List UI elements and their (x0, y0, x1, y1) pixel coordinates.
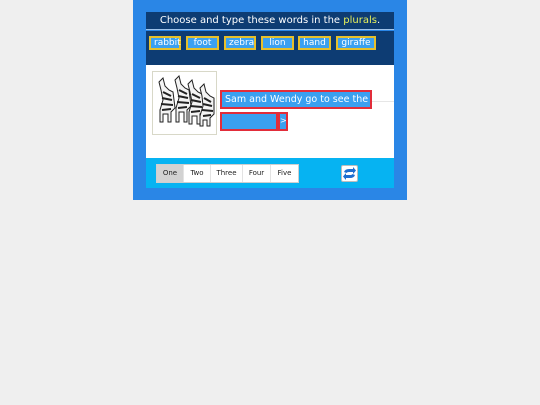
word-chip[interactable]: giraffe (336, 36, 376, 50)
word-chip[interactable]: hand (298, 36, 331, 50)
tab-three[interactable]: Three (211, 165, 243, 182)
refresh-button[interactable] (341, 165, 358, 182)
tab-four[interactable]: Four (243, 165, 271, 182)
word-chip[interactable]: zebra (224, 36, 256, 50)
answer-input[interactable] (220, 112, 278, 131)
instruction-header: Choose and type these words in the plura… (146, 12, 394, 30)
word-chip[interactable]: rabbit (149, 36, 181, 50)
tab-one[interactable]: One (157, 165, 184, 182)
instruction-text: Choose and type these words in the (159, 15, 344, 26)
word-bank: rabbit foot zebra lion hand giraffe (146, 31, 394, 65)
question-area: Sam and Wendy go to see the > (146, 65, 394, 158)
tab-five[interactable]: Five (271, 165, 298, 182)
word-chip[interactable]: lion (261, 36, 294, 50)
sentence-field[interactable]: Sam and Wendy go to see the (220, 90, 372, 109)
bottom-toolbar: One Two Three Four Five (146, 158, 394, 188)
tab-two[interactable]: Two (184, 165, 211, 182)
instruction-suffix: . (376, 15, 381, 26)
word-chip[interactable]: foot (186, 36, 219, 50)
answer-submit-button[interactable]: > (278, 112, 288, 131)
zebras-image (152, 71, 217, 135)
refresh-icon (343, 167, 356, 180)
activity-panel: Choose and type these words in the plura… (133, 0, 407, 200)
instruction-highlight: plurals (343, 15, 377, 26)
question-tabs: One Two Three Four Five (156, 164, 299, 183)
